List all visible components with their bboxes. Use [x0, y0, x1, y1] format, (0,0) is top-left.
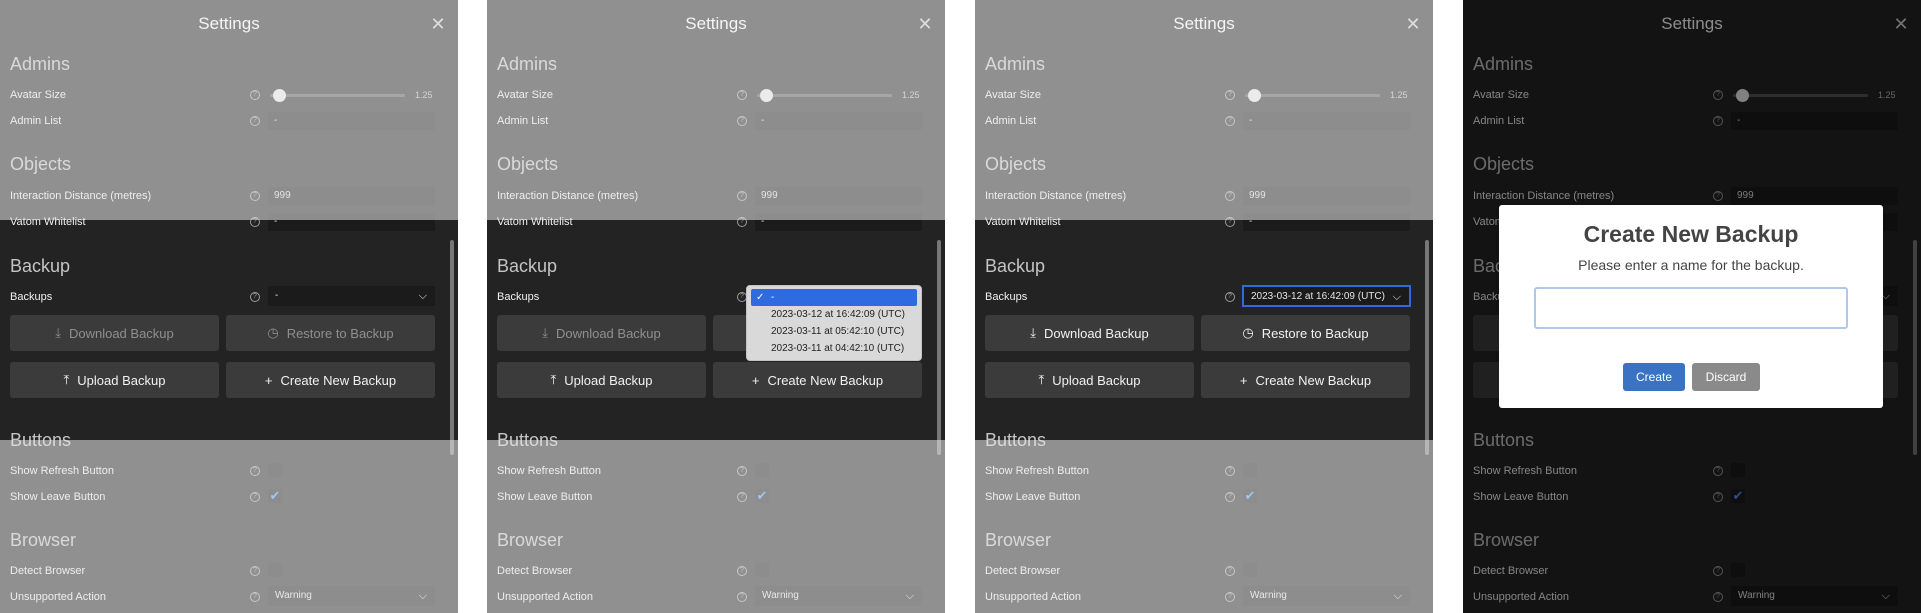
- download-backup-label: Download Backup: [555, 325, 661, 341]
- overlay-dim: [487, 0, 945, 220]
- backups-option[interactable]: 2023-03-11 at 05:42:10 (UTC): [751, 323, 917, 340]
- settings-panel-3: Settings ✕ Admins Avatar Size ? 1.25 Adm…: [975, 0, 1433, 613]
- backups-select[interactable]: - ⌵: [268, 286, 435, 306]
- create-new-backup-button[interactable]: + Create New Backup: [1201, 362, 1410, 398]
- discard-button[interactable]: Discard: [1692, 363, 1760, 391]
- backup-name-input[interactable]: [1534, 287, 1848, 329]
- help-icon[interactable]: ?: [1225, 292, 1235, 302]
- plus-icon: +: [1239, 372, 1248, 388]
- settings-panel-4: Settings ✕ Admins Avatar Size ? 1.25 Adm…: [1463, 0, 1921, 613]
- upload-icon: ⤒: [1038, 372, 1045, 387]
- upload-icon: ⤒: [63, 372, 70, 387]
- backups-option[interactable]: 2023-03-12 at 16:42:09 (UTC): [751, 306, 917, 323]
- upload-backup-button[interactable]: ⤒ Upload Backup: [985, 362, 1194, 398]
- download-icon: ⤓: [1030, 325, 1036, 340]
- overlay-dim: [0, 0, 458, 220]
- create-new-backup-label: Create New Backup: [280, 372, 397, 388]
- restore-backup-label: Restore to Backup: [286, 325, 394, 341]
- create-button[interactable]: Create: [1623, 363, 1685, 391]
- overlay-dim: [975, 440, 1433, 613]
- plus-icon: +: [264, 372, 273, 388]
- download-backup-button[interactable]: ⤓ Download Backup: [10, 315, 219, 351]
- backups-option[interactable]: 2023-03-11 at 04:42:10 (UTC): [751, 340, 917, 357]
- scrollbar[interactable]: [450, 240, 454, 455]
- overlay-dim: [487, 440, 945, 613]
- create-new-backup-button[interactable]: + Create New Backup: [713, 362, 922, 398]
- help-icon[interactable]: ?: [250, 292, 260, 302]
- clock-icon: ◷: [1242, 325, 1254, 340]
- backups-select-value: -: [275, 290, 279, 301]
- upload-backup-label: Upload Backup: [77, 372, 166, 388]
- dialog-message: Please enter a name for the backup.: [1578, 257, 1804, 273]
- upload-icon: ⤒: [550, 372, 557, 387]
- chevron-down-icon: ⌵: [418, 290, 427, 302]
- download-backup-button[interactable]: ⤓ Download Backup: [497, 315, 706, 351]
- download-icon: ⤓: [542, 325, 548, 340]
- clock-icon: ◷: [267, 325, 279, 340]
- plus-icon: +: [751, 372, 760, 388]
- scrollbar[interactable]: [937, 240, 941, 455]
- upload-backup-label: Upload Backup: [1052, 372, 1141, 388]
- backups-select-value: 2023-03-12 at 16:42:09 (UTC): [1251, 291, 1385, 302]
- settings-panel-2: Settings ✕ Admins Avatar Size ? 1.25 Adm…: [487, 0, 945, 613]
- settings-panel-1: Settings ✕ Admins Avatar Size ? 1.25 Adm…: [0, 0, 458, 613]
- upload-backup-label: Upload Backup: [564, 372, 653, 388]
- backups-option[interactable]: -: [751, 289, 917, 306]
- download-backup-label: Download Backup: [68, 325, 174, 341]
- create-new-backup-button[interactable]: + Create New Backup: [226, 362, 435, 398]
- dialog-title: Create New Backup: [1583, 221, 1799, 247]
- create-new-backup-label: Create New Backup: [767, 372, 884, 388]
- create-backup-dialog: Create New Backup Please enter a name for…: [1499, 205, 1883, 408]
- backups-dropdown-list[interactable]: -2023-03-12 at 16:42:09 (UTC)2023-03-11 …: [746, 285, 922, 361]
- backups-label: Backups: [985, 291, 1028, 303]
- download-backup-label: Download Backup: [1043, 325, 1149, 341]
- backups-label: Backups: [10, 291, 53, 303]
- section-title-backup: Backup: [10, 256, 71, 276]
- download-backup-button[interactable]: ⤓ Download Backup: [985, 315, 1194, 351]
- section-title-backup: Backup: [985, 256, 1046, 276]
- upload-backup-button[interactable]: ⤒ Upload Backup: [497, 362, 706, 398]
- upload-backup-button[interactable]: ⤒ Upload Backup: [10, 362, 219, 398]
- overlay-dim: [0, 440, 458, 613]
- backups-label: Backups: [497, 291, 540, 303]
- backups-select[interactable]: 2023-03-12 at 16:42:09 (UTC) ⌵: [1243, 286, 1410, 306]
- restore-backup-button[interactable]: ◷ Restore to Backup: [226, 315, 435, 351]
- chevron-down-icon: ⌵: [1392, 291, 1401, 303]
- overlay-dim: [975, 0, 1433, 220]
- restore-backup-button[interactable]: ◷ Restore to Backup: [1201, 315, 1410, 351]
- section-title-backup: Backup: [497, 256, 558, 276]
- restore-backup-label: Restore to Backup: [1261, 325, 1369, 341]
- scrollbar[interactable]: [1425, 240, 1429, 455]
- create-new-backup-label: Create New Backup: [1255, 372, 1372, 388]
- download-icon: ⤓: [55, 325, 61, 340]
